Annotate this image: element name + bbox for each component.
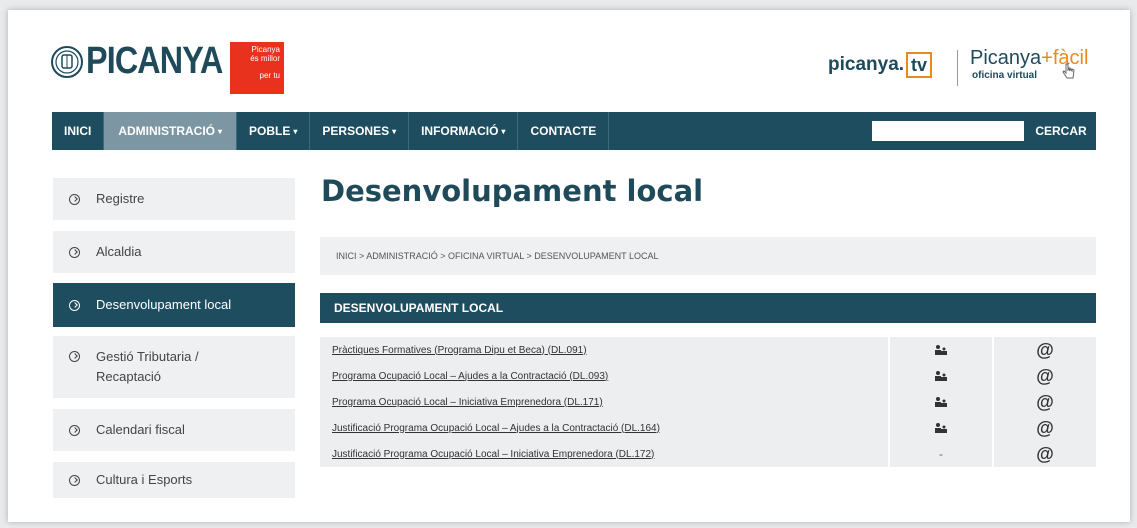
nav-informacio[interactable]: INFORMACIÓ ▾ [409,112,519,150]
sidebar-item-desenvolupament-local[interactable]: Desenvolupament local [53,283,295,327]
presencial-icon[interactable] [934,396,948,408]
procedure-cell: Justificació Programa Ocupació Local – A… [320,415,888,441]
search-button[interactable]: CERCAR [1028,112,1094,150]
chevron-down-icon: ▾ [218,126,223,136]
search-input[interactable] [872,121,1024,141]
nav-persones[interactable]: PERSONES ▾ [310,112,410,150]
online-cell: @ [994,415,1096,441]
online-at-icon[interactable]: @ [1036,444,1054,465]
picanya-logo[interactable]: PICANYA [50,40,247,83]
sidebar-item-gestio-tributaria[interactable]: Gestió Tributaria / Recaptació [53,336,295,398]
table-row: Justificació Programa Ocupació Local – A… [320,415,1096,441]
chevron-circle-icon [69,474,80,486]
tv-box: tv [906,52,933,78]
online-cell: @ [994,441,1096,467]
online-at-icon[interactable]: @ [1036,392,1054,413]
presencial-icon[interactable] [934,370,948,382]
brand-badge: Picanya és millor per tu [230,42,284,94]
picanya-tv-link[interactable]: picanya. tv [828,52,933,78]
chevron-down-icon: ▾ [392,126,397,136]
table-row: Programa Ocupació Local – Iniciativa Emp… [320,389,1096,415]
table-row: Justificació Programa Ocupació Local – I… [320,441,1096,467]
pf-title: Picanya [970,47,1042,69]
procedure-link[interactable]: Programa Ocupació Local – Iniciativa Emp… [332,397,603,408]
chevron-circle-icon [69,193,80,205]
online-cell: @ [994,337,1096,363]
sidebar-item-label: Alcaldia [96,244,142,259]
procedures-table: Pràctiques Formatives (Programa Dipu et … [320,337,1096,467]
presencial-cell [890,337,992,363]
sidebar-item-label: Gestió Tributaria / Recaptació [96,349,199,384]
cursor-hand-icon [1062,63,1075,79]
presencial-icon[interactable] [934,422,948,434]
logo-text: PICANYA [86,40,223,82]
nav-label: INFORMACIÓ [421,124,499,138]
sidebar-item-calendari-fiscal[interactable]: Calendari fiscal [53,409,295,451]
seal-icon [51,45,83,78]
nav-poble[interactable]: POBLE ▾ [237,112,311,150]
procedure-cell: Programa Ocupació Local – Ajudes a la Co… [320,363,888,389]
procedure-cell: Programa Ocupació Local – Iniciativa Emp… [320,389,888,415]
nav-label: POBLE [249,124,291,138]
sidebar-item-label: Cultura i Esports [96,472,193,487]
chevron-circle-icon [69,246,80,258]
sidebar-item-label: Desenvolupament local [96,297,232,312]
sidebar-item-alcaldia[interactable]: Alcaldia [53,231,295,273]
nav-label: PERSONES [322,124,390,138]
unavailable-dash: - [939,447,943,461]
badge-line-1: Picanya [251,45,280,54]
chevron-circle-icon [69,351,80,362]
procedure-link[interactable]: Justificació Programa Ocupació Local – I… [332,449,654,460]
sidebar-item-cultura-esports[interactable]: Cultura i Esports [53,462,295,498]
sidebar-item-label: Calendari fiscal [96,422,185,437]
nav-inici[interactable]: INICI [52,112,105,150]
presencial-cell: - [890,441,992,467]
online-at-icon[interactable]: @ [1036,366,1054,387]
section-header: DESENVOLUPAMENT LOCAL [320,293,1096,323]
online-at-icon[interactable]: @ [1036,340,1054,361]
online-cell: @ [994,389,1096,415]
table-row: Programa Ocupació Local – Ajudes a la Co… [320,363,1096,389]
online-cell: @ [994,363,1096,389]
sidebar-item-label: Registre [96,191,145,206]
nav-label: INICI [64,124,92,138]
chevron-down-icon: ▾ [293,126,298,136]
sidebar-item-registre[interactable]: Registre [53,178,295,220]
chevron-circle-icon [69,424,80,436]
page-title: Desenvolupament local [321,174,704,208]
procedure-cell: Justificació Programa Ocupació Local – I… [320,441,888,467]
presencial-cell [890,415,992,441]
procedure-link[interactable]: Pràctiques Formatives (Programa Dipu et … [332,345,587,356]
presencial-icon[interactable] [934,344,948,356]
procedure-cell: Pràctiques Formatives (Programa Dipu et … [320,337,888,363]
badge-line-2: és millor [250,54,280,63]
procedure-link[interactable]: Justificació Programa Ocupació Local – A… [332,423,660,434]
breadcrumb: INICI > ADMINISTRACIÓ > OFICINA VIRTUAL … [320,237,1096,275]
nav-administracio[interactable]: ADMINISTRACIÓ ▾ [104,112,238,150]
table-row: Pràctiques Formatives (Programa Dipu et … [320,337,1096,363]
presencial-cell [890,389,992,415]
chevron-down-icon: ▾ [501,126,506,136]
nav-label: ADMINISTRACIÓ [118,124,216,138]
nav-contacte[interactable]: CONTACTE [518,112,610,150]
procedure-link[interactable]: Programa Ocupació Local – Ajudes a la Co… [332,371,608,382]
header-separator [957,50,958,86]
chevron-circle-icon [69,299,80,311]
presencial-cell [890,363,992,389]
badge-line-3: per tu [259,71,280,80]
nav-label: CONTACTE [530,124,597,138]
tv-text: picanya. [828,54,905,75]
online-at-icon[interactable]: @ [1036,418,1054,439]
